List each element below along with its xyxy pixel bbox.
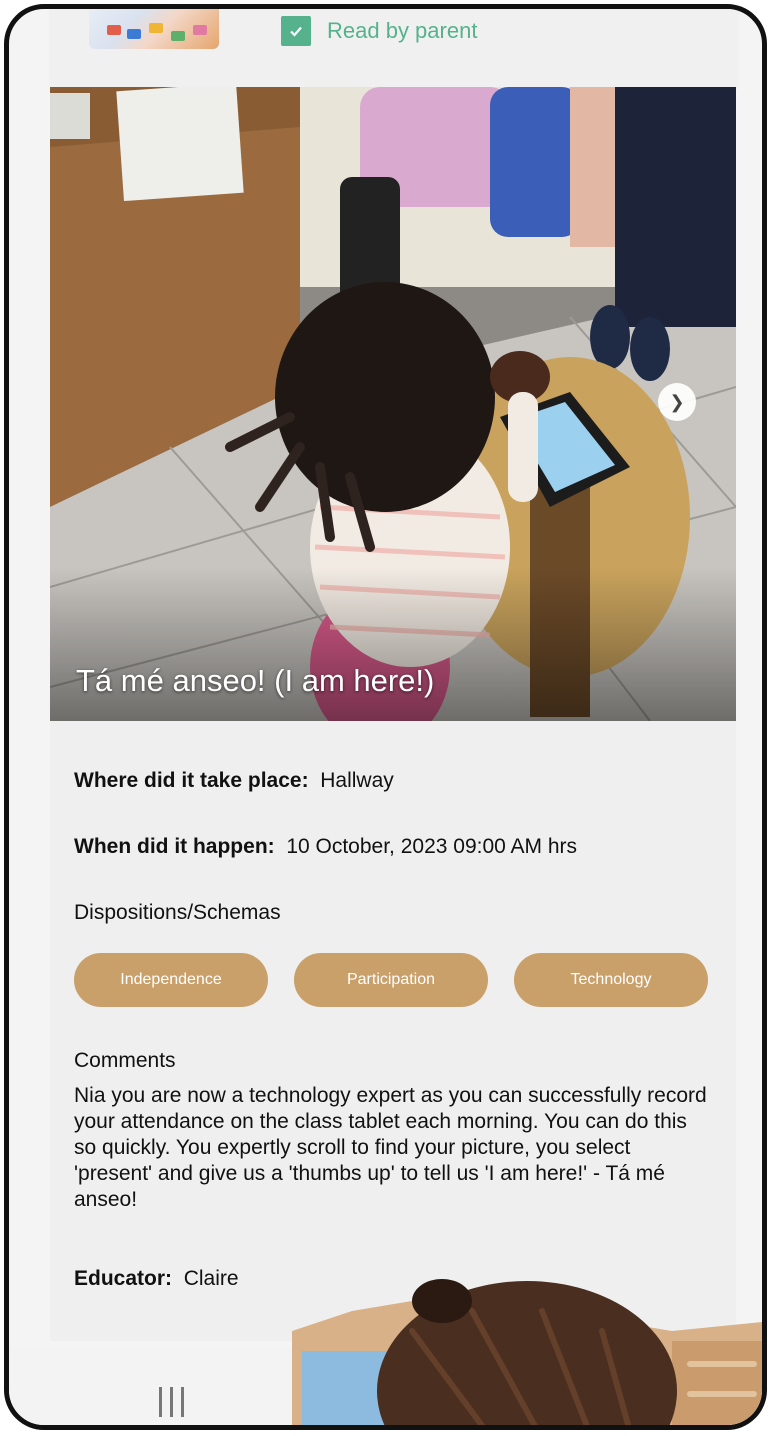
chip-participation[interactable]: Participation <box>294 953 488 1007</box>
next-photo-button[interactable]: ❯ <box>658 383 696 421</box>
comments-text: Nia you are now a technology expert as y… <box>74 1084 707 1211</box>
check-icon <box>281 16 311 46</box>
location-value: Hallway <box>320 769 394 792</box>
observation-title: Tá mé anseo! (I am here!) <box>76 663 435 698</box>
chevron-right-icon: ❯ <box>669 391 685 412</box>
dispositions-chips: Independence Participation Technology <box>74 953 714 1009</box>
date-value: 10 October, 2023 09:00 AM hrs <box>286 835 578 858</box>
chip-technology[interactable]: Technology <box>514 953 708 1007</box>
comments-heading: Comments <box>74 1049 176 1072</box>
date-label: When did it happen: <box>74 835 275 858</box>
educator-label: Educator: <box>74 1267 173 1290</box>
recents-icon[interactable] <box>159 1387 184 1417</box>
overlay-person-photo <box>292 1271 762 1425</box>
date-row: When did it happen: 10 October, 2023 09:… <box>74 835 577 859</box>
location-row: Where did it take place: Hallway <box>74 769 394 793</box>
educator-row: Educator: Claire <box>74 1267 239 1291</box>
observation-photo[interactable]: ❯ Tá mé anseo! (I am here!) <box>50 87 736 721</box>
dispositions-heading: Dispositions/Schemas <box>74 901 281 924</box>
location-label: Where did it take place: <box>74 769 309 792</box>
read-status-label: Read by parent <box>327 18 478 43</box>
previous-card: Read by parent <box>49 9 739 89</box>
read-status: Read by parent <box>281 13 477 49</box>
chip-independence[interactable]: Independence <box>74 953 268 1007</box>
observation-details: Where did it take place: Hallway When di… <box>50 721 736 1341</box>
activity-thumbnail[interactable] <box>89 9 219 49</box>
phone-frame: Read by parent ❯ Tá mé anseo! (I am here… <box>4 4 767 1430</box>
educator-value: Claire <box>183 1267 239 1290</box>
